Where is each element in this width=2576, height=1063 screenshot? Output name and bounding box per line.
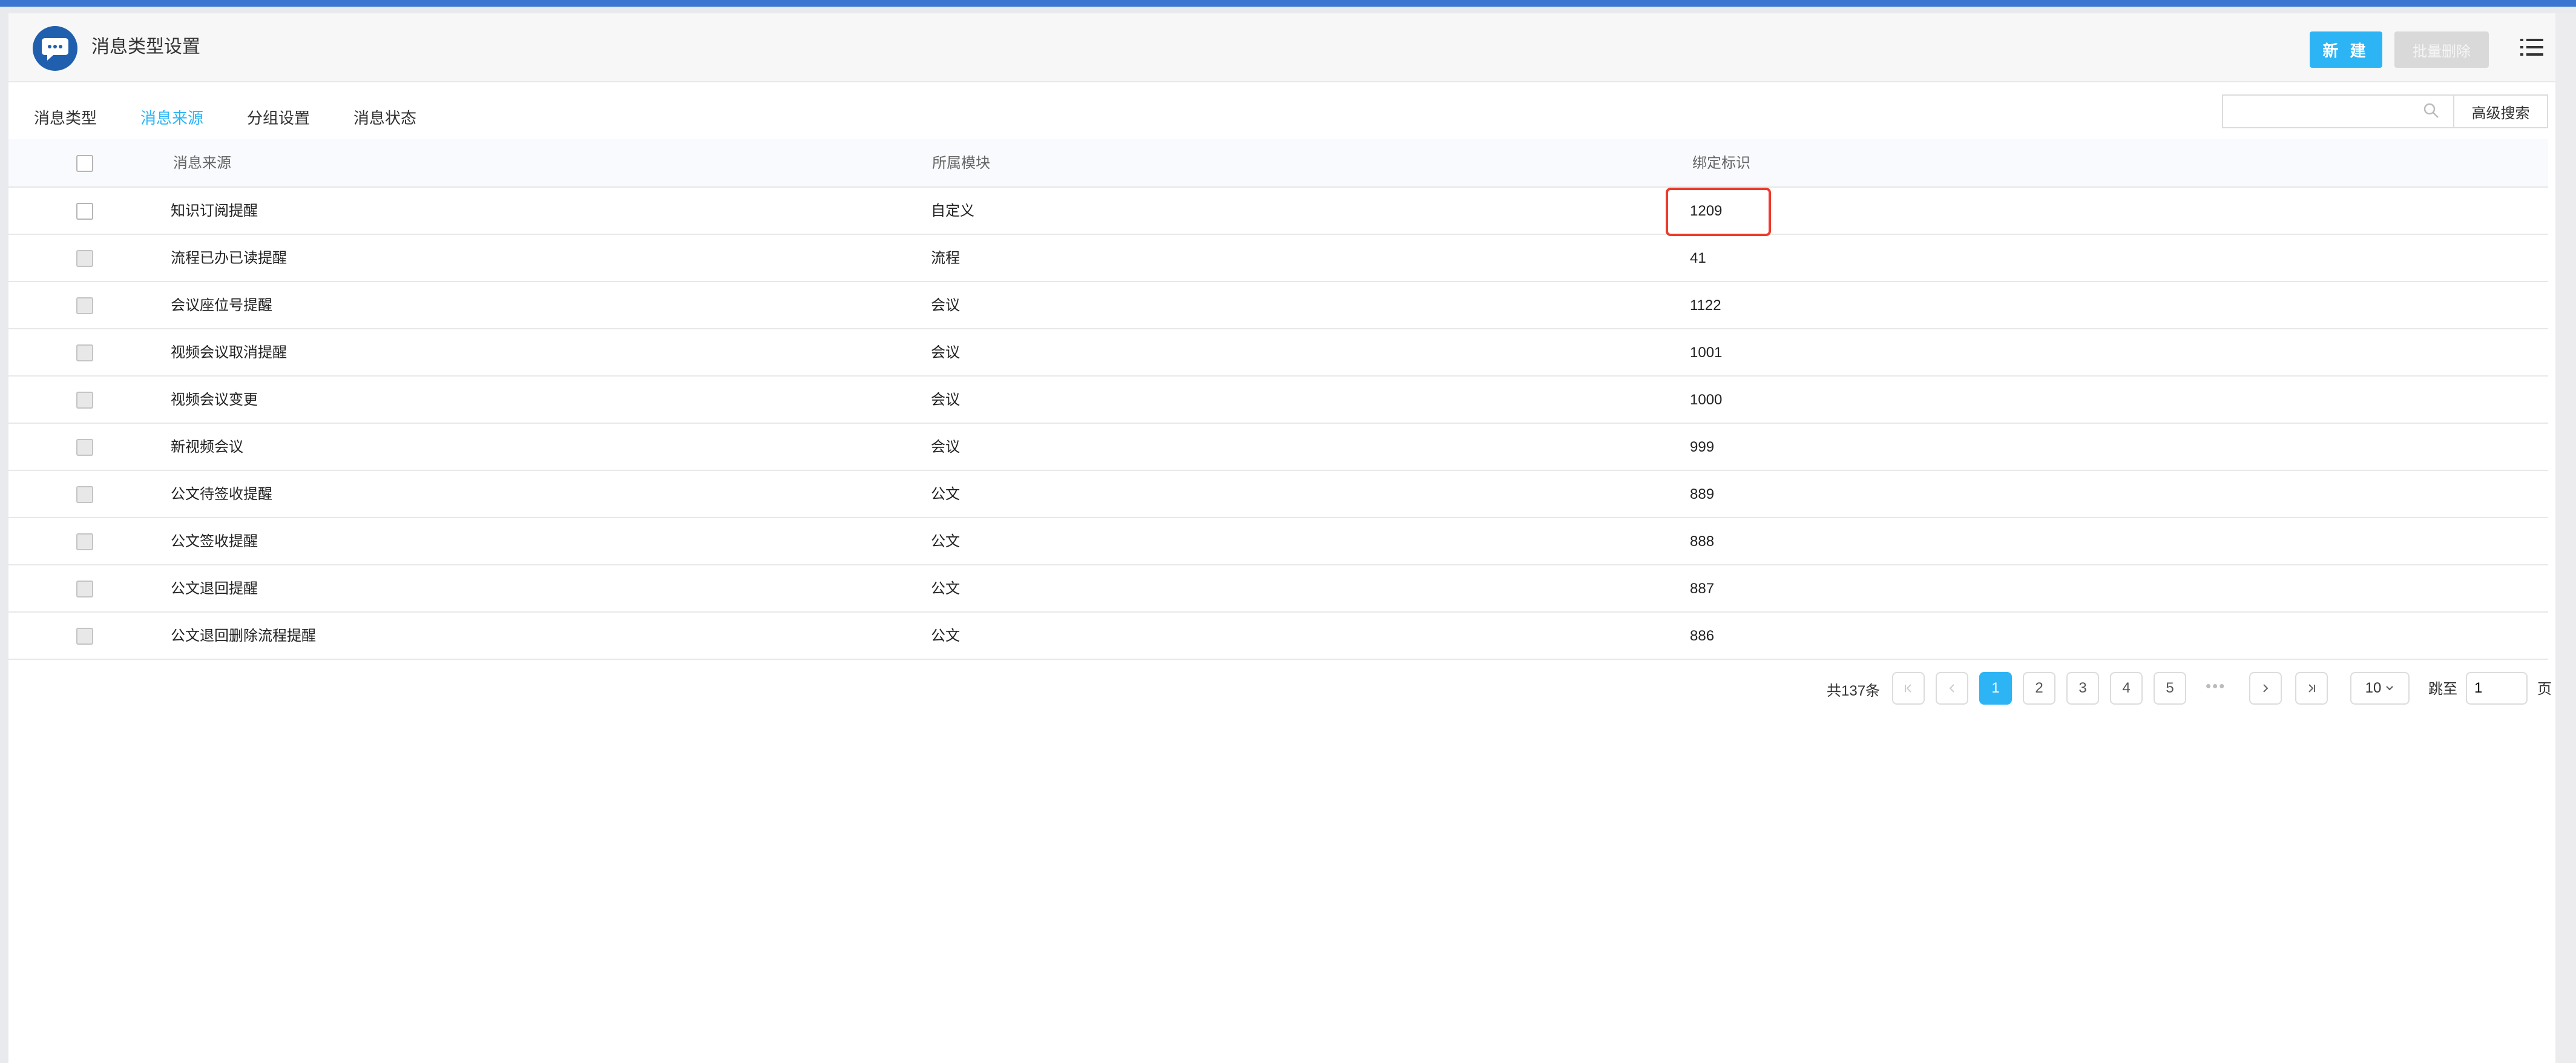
module-cell: 会议 [931, 344, 960, 361]
row-checkbox[interactable] [76, 628, 93, 645]
row-checkbox[interactable] [76, 203, 93, 220]
tag-cell: 1209 [1690, 203, 1723, 219]
source-cell: 知识订阅提醒 [171, 203, 258, 219]
more-pages-icon[interactable]: ••• [2206, 677, 2226, 696]
tag-cell: 886 [1690, 628, 1715, 644]
chevron-down-icon [2386, 686, 2394, 691]
table-row[interactable]: 公文退回提醒 公文 887 [8, 565, 2548, 613]
page-size-select[interactable]: 10 [2350, 672, 2410, 705]
page-button[interactable]: 1 [1979, 672, 2012, 705]
advanced-search-button[interactable]: 高级搜索 [2453, 94, 2548, 128]
new-button[interactable]: 新 建 [2310, 31, 2382, 68]
module-cell: 会议 [931, 392, 960, 408]
tag-cell: 1001 [1690, 344, 1723, 361]
tag-cell: 888 [1690, 533, 1715, 550]
jump-label: 跳至 [2428, 681, 2457, 697]
tag-cell: 41 [1690, 250, 1706, 266]
row-checkbox[interactable] [76, 486, 93, 503]
source-cell: 公文退回删除流程提醒 [171, 628, 316, 644]
chat-bubble-icon [33, 26, 77, 71]
first-page-icon[interactable] [1892, 672, 1925, 705]
page-title: 消息类型设置 [91, 37, 200, 57]
column-header-module: 所属模块 [932, 155, 990, 171]
table-row[interactable]: 知识订阅提醒 自定义 1209 [8, 188, 2548, 235]
table-row[interactable]: 新视频会议 会议 999 [8, 424, 2548, 471]
row-checkbox[interactable] [76, 581, 93, 597]
jump-page-input[interactable] [2466, 672, 2528, 705]
page-button[interactable]: 3 [2066, 672, 2099, 705]
search-input[interactable] [2222, 94, 2453, 128]
search-icon[interactable] [2422, 102, 2440, 120]
table-header: 消息来源 所属模块 绑定标识 [8, 139, 2548, 188]
module-cell: 自定义 [931, 203, 974, 219]
batch-delete-button[interactable]: 批量删除 [2394, 31, 2489, 68]
table-row[interactable]: 公文待签收提醒 公文 889 [8, 471, 2548, 518]
table-row[interactable]: 视频会议取消提醒 会议 1001 [8, 329, 2548, 377]
source-cell: 会议座位号提醒 [171, 297, 272, 314]
list-menu-icon[interactable] [2520, 36, 2545, 58]
row-checkbox[interactable] [76, 250, 93, 267]
app-panel: 消息类型设置 新 建 批量删除 消息类型 消息来源 分组设置 消息状态 高级搜索 [8, 13, 2555, 1063]
table-row[interactable]: 视频会议变更 会议 1000 [8, 377, 2548, 424]
tab-message-source[interactable]: 消息来源 [140, 108, 203, 128]
row-checkbox[interactable] [76, 344, 93, 361]
tab-group-settings[interactable]: 分组设置 [247, 108, 310, 128]
prev-page-icon[interactable] [1936, 672, 1968, 705]
tab-message-status[interactable]: 消息状态 [353, 108, 416, 128]
source-cell: 公文待签收提醒 [171, 486, 272, 502]
total-count: 共137条 [1827, 683, 1881, 699]
last-page-icon[interactable] [2295, 672, 2328, 705]
tag-cell: 889 [1690, 486, 1715, 502]
module-cell: 会议 [931, 297, 960, 314]
table-row[interactable]: 流程已办已读提醒 流程 41 [8, 235, 2548, 282]
page-button[interactable]: 5 [2154, 672, 2186, 705]
source-cell: 流程已办已读提醒 [171, 250, 287, 266]
module-cell: 公文 [931, 628, 960, 644]
module-cell: 公文 [931, 486, 960, 502]
source-cell: 视频会议取消提醒 [171, 344, 287, 361]
module-cell: 公文 [931, 533, 960, 550]
table-row[interactable]: 会议座位号提醒 会议 1122 [8, 282, 2548, 329]
row-checkbox[interactable] [76, 533, 93, 550]
tab-message-type[interactable]: 消息类型 [34, 108, 97, 128]
row-checkbox[interactable] [76, 439, 93, 456]
page-suffix: 页 [2537, 681, 2552, 697]
column-header-source: 消息来源 [173, 155, 231, 171]
tag-cell: 999 [1690, 439, 1715, 455]
next-page-icon[interactable] [2249, 672, 2282, 705]
module-cell: 公文 [931, 581, 960, 597]
tag-cell: 1122 [1690, 297, 1721, 314]
source-cell: 公文签收提醒 [171, 533, 258, 550]
tag-cell: 887 [1690, 581, 1715, 597]
page-size-value: 10 [2365, 680, 2382, 696]
select-all-checkbox[interactable] [76, 155, 93, 172]
source-cell: 视频会议变更 [171, 392, 258, 408]
source-cell: 新视频会议 [171, 439, 243, 455]
tag-cell: 1000 [1690, 392, 1723, 408]
pagination: 共137条 1 2 3 4 5 ••• 10 跳至 页 [8, 672, 2555, 714]
column-header-tag: 绑定标识 [1692, 155, 1750, 171]
page-button[interactable]: 2 [2023, 672, 2055, 705]
row-checkbox[interactable] [76, 297, 93, 314]
source-cell: 公文退回提醒 [171, 581, 258, 597]
page-header: 消息类型设置 新 建 批量删除 [8, 13, 2555, 82]
row-checkbox[interactable] [76, 392, 93, 409]
module-cell: 流程 [931, 250, 960, 266]
table-row[interactable]: 公文退回删除流程提醒 公文 886 [8, 613, 2548, 660]
scrollbar-track[interactable] [2555, 13, 2576, 1063]
top-accent-bar [0, 0, 2576, 7]
module-cell: 会议 [931, 439, 960, 455]
page-button[interactable]: 4 [2110, 672, 2143, 705]
table-row[interactable]: 公文签收提醒 公文 888 [8, 518, 2548, 565]
